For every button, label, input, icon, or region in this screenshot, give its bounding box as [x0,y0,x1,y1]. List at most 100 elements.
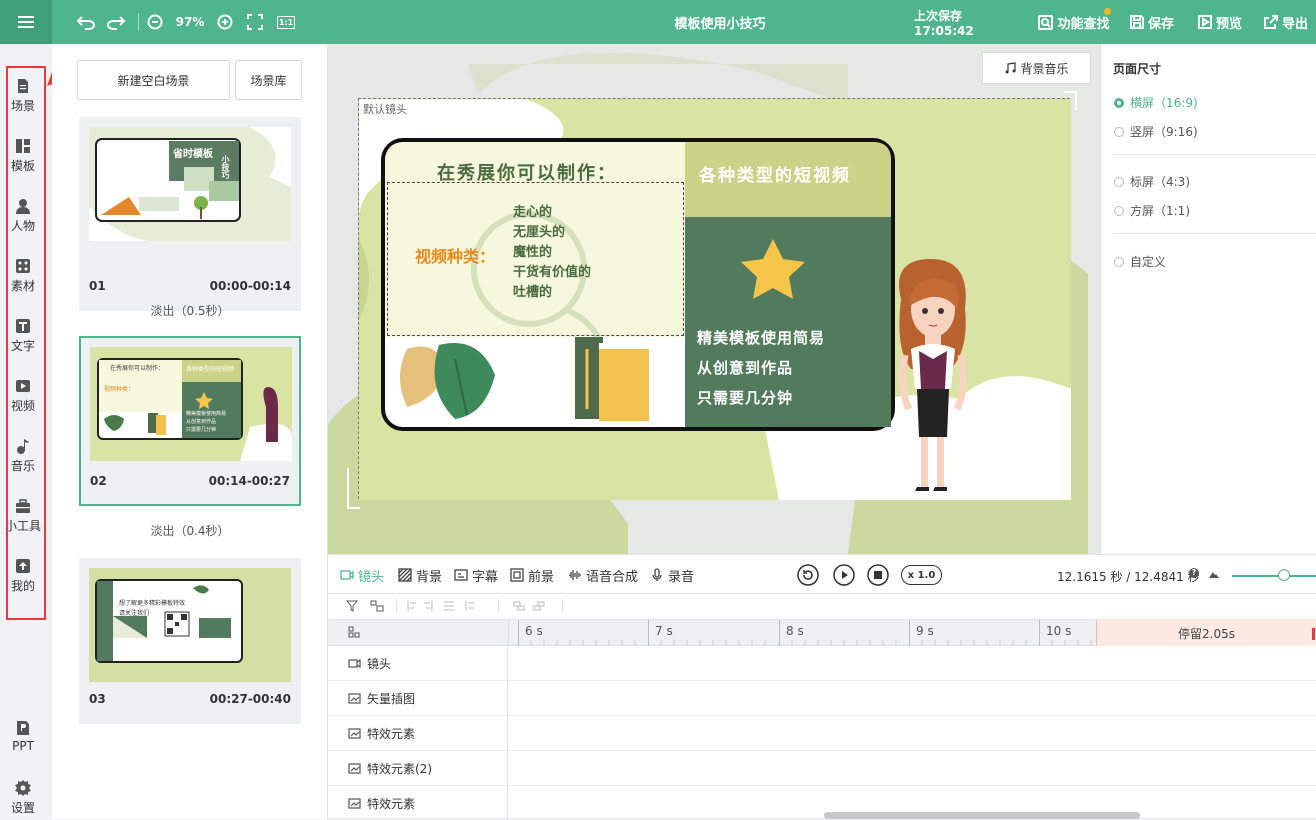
card-right-title[interactable]: 各种类型的短视频 [699,161,851,186]
replay-button[interactable] [797,564,819,586]
track-row[interactable]: 特效元素 [328,786,1316,820]
preview-button[interactable]: 预览 [1194,0,1246,44]
actual-size-icon: 1:1 [276,15,296,29]
track-name: 特效元素 [328,716,508,750]
actual-size-button[interactable]: 1:1 [276,0,296,44]
card-list-item: 走心的 [513,205,553,220]
preview-icon [1197,15,1212,29]
save-icon [1129,15,1144,29]
scene-time: 00:27-00:40 [209,692,291,706]
scene-time: 00:14-00:27 [208,474,290,488]
scene-card[interactable]: 省时模板 小技巧 01 00:00-00:14 [79,117,301,311]
tick-label: 6 s [525,624,543,638]
radio-square[interactable]: 方屏（1:1) [1114,202,1190,219]
group-icon[interactable] [370,600,384,612]
new-blank-scene-button[interactable]: 新建空白场景 [77,60,230,100]
play-button[interactable] [833,564,855,586]
card-list-item: 干货有价值的 [513,265,592,280]
zoom-out-button[interactable] [146,0,164,44]
scene-thumbnail: 想了解更多精彩模板特效 请关注我们 [89,568,291,682]
fullscreen-icon [247,14,263,30]
background-music-button[interactable]: 背景音乐 [982,52,1091,84]
radio-landscape[interactable]: 横屏（16:9) [1114,94,1198,111]
rail-item-settings[interactable]: 设置 [0,780,46,816]
page-size-panel: 页面尺寸 横屏（16:9) 竖屏（9:16) 标屏（4:3) 方屏（1:1) 自… [1100,44,1316,554]
redo-icon [107,16,125,30]
timeline-tools [328,594,1316,620]
scene-card[interactable]: 想了解更多精彩模板特效 请关注我们 03 00:27-00:40 [79,558,301,724]
zoom-slider-handle[interactable] [1278,569,1290,581]
tab-subtitle[interactable]: 字幕 [454,555,498,595]
radio-label: 竖屏（9:16) [1130,125,1198,139]
track-label: 特效元素 [367,796,416,811]
layer-tools-icon[interactable] [512,600,552,612]
track-row[interactable]: 特效元素 [328,716,1316,751]
menu-button[interactable] [0,0,52,44]
track-row[interactable]: 特效元素(2) [328,751,1316,786]
tab-foreground[interactable]: 前景 [510,555,554,595]
track-label: 特效元素(2) [367,761,432,776]
tab-tts[interactable]: 语音合成 [568,555,638,595]
stop-button[interactable] [867,564,889,586]
radio-standard[interactable]: 标屏（4:3) [1114,173,1190,190]
scene-library-button[interactable]: 场景库 [235,60,302,100]
scene-thumbnail: 在秀展你可以制作： 各种类型的短视频 视频种类： 精美模板使用简易 从创意到作品… [90,347,292,461]
tab-lens[interactable]: 镜头 [340,555,384,595]
radio-portrait[interactable]: 竖屏（9:16) [1114,123,1198,140]
card-lines[interactable]: 精美模板使用简易 从创意到作品 只需要几分钟 [697,323,825,413]
radio-label: 横屏（16:9) [1130,96,1198,110]
export-button[interactable]: 导出 [1260,0,1312,44]
rail-label: PPT [12,739,34,753]
tab-background[interactable]: 背景 [398,555,442,595]
scene-time: 00:00-00:14 [209,279,291,293]
fullscreen-button[interactable] [246,0,264,44]
rail-item-ppt[interactable]: PPT [0,720,46,753]
tick-label: 10 s [1046,624,1072,638]
timeline-ruler[interactable]: 6 s 7 s 8 s 9 s 10 s 停留2.05s [328,620,1316,646]
radio-dot [1114,256,1124,267]
card-category[interactable]: 视频种类： [415,243,495,267]
divider [562,599,563,613]
thumb-line: 请关注我们 [119,610,150,617]
zoom-in-button[interactable] [216,0,234,44]
radio-dot [1114,97,1124,108]
transition-label[interactable]: 淡出（0.5秒） [79,302,301,319]
track-row[interactable]: 矢量插图 [328,681,1316,716]
effect-icon [348,797,361,809]
radio-custom[interactable]: 自定义 [1114,253,1166,270]
divider [1113,233,1316,234]
scene-number: 03 [89,692,106,706]
scene-card-selected[interactable]: 在秀展你可以制作： 各种类型的短视频 视频种类： 精美模板使用简易 从创意到作品… [79,336,301,506]
filter-icon[interactable] [346,600,358,612]
playhead-marker[interactable] [1312,628,1315,640]
thumb-heading: 在秀展你可以制作： [110,365,165,372]
speed-button[interactable]: x 1.0 [901,565,942,585]
save-button[interactable]: 保存 [1126,0,1178,44]
pause-segment[interactable]: 停留2.05s [1096,620,1316,646]
find-feature-button[interactable]: 功能查找 [1034,0,1114,44]
undo-button[interactable] [76,0,96,44]
page-size-title: 页面尺寸 [1113,62,1162,76]
tab-label: 镜头 [358,569,385,585]
radio-dot [1114,205,1124,216]
card-line: 只需要几分钟 [697,389,794,407]
track-row[interactable]: 镜头 [328,646,1316,681]
layers-icon [348,626,360,638]
redo-button[interactable] [106,0,126,44]
align-tools-icon[interactable] [406,600,496,612]
tab-record[interactable]: 录音 [650,555,694,595]
playback-time: 12.1615 秒 / 12.4841 秒 [1057,570,1200,584]
find-feature-label: 功能查找 [1057,16,1110,32]
card-list[interactable]: 走心的 无厘头的 魔性的 干货有价值的 吐槽的 [513,203,591,303]
horizontal-scrollbar[interactable] [824,812,1140,819]
card-title[interactable]: 在秀展你可以制作： [437,159,617,185]
camera-icon [348,658,361,668]
scene-number: 02 [90,474,107,488]
help-icon[interactable]: ? [1189,568,1199,578]
thumb-line: 精美模板使用简易 [186,411,227,417]
zoom-slider-track[interactable] [1232,575,1316,577]
stage[interactable]: 默认镜头 在秀展你可以制作： 视频种类： 走心的 无厘头的 魔性的 干货有价值的… [358,98,1071,500]
transition-label[interactable]: 淡出（0.4秒） [79,522,301,539]
export-label: 导出 [1281,16,1308,32]
camera-icon [340,570,354,580]
